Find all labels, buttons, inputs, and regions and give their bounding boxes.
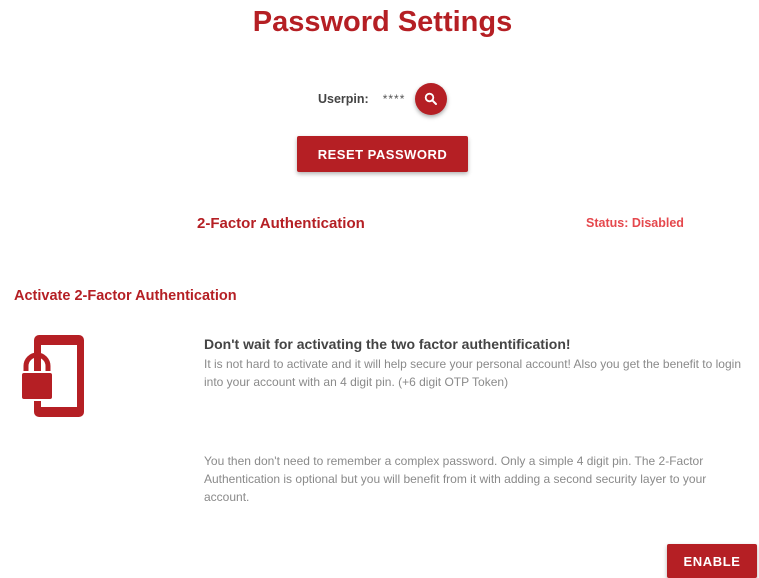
info-paragraph-2: You then don't need to remember a comple… xyxy=(204,454,707,504)
show-pin-search-button[interactable] xyxy=(415,83,448,115)
two-factor-title: 2-Factor Authentication xyxy=(197,215,365,232)
enable-2fa-button[interactable]: ENABLE xyxy=(667,544,757,578)
info-heading: Don't wait for activating the two factor… xyxy=(204,336,571,352)
reset-password-button[interactable]: RESET PASSWORD xyxy=(297,136,468,172)
search-icon xyxy=(425,92,438,105)
userpin-row: Userpin: **** xyxy=(318,81,448,117)
userpin-value: **** xyxy=(382,92,406,106)
two-factor-status: Status: Disabled xyxy=(586,216,684,230)
info-paragraph-1: It is not hard to activate and it will h… xyxy=(204,357,741,389)
phone-lock-icon xyxy=(20,335,84,417)
activate-info: Don't wait for activating the two factor… xyxy=(204,336,749,504)
page-title: Password Settings xyxy=(252,6,513,38)
userpin-label: Userpin: xyxy=(318,92,369,106)
activate-section-title: Activate 2-Factor Authentication xyxy=(14,288,237,304)
